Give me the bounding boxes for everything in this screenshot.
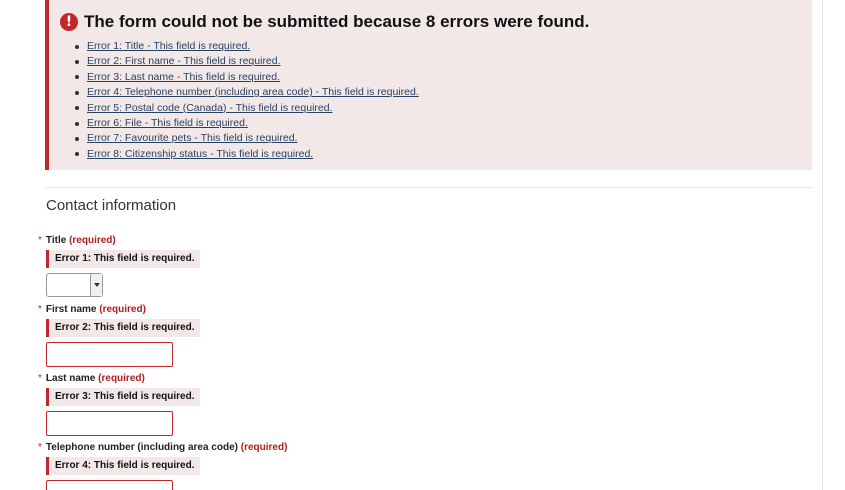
error-link-favourite-pets[interactable]: Error 7: Favourite pets - This field is … [87,131,297,146]
error-link-first-name[interactable]: Error 2: First name - This field is requ… [87,54,281,69]
bullet-icon [75,121,79,126]
telephone-label: * Telephone number (including area code) … [38,441,738,455]
title-error-message: Error 1: This field is required. [46,250,201,268]
exclamation-icon: ! [60,13,78,31]
error-link-telephone[interactable]: Error 4: Telephone number (including are… [87,85,419,100]
error-summary-item: Error 6: File - This field is required. [75,116,419,131]
last-name-label: * Last name (required) [38,372,738,386]
section-heading: Contact information [46,197,177,214]
bullet-icon [75,75,79,80]
required-tag: (required) [98,373,145,384]
last-name-label-text: Last name [45,373,96,384]
bullet-icon [75,137,79,142]
error-link-title[interactable]: Error 1: Title - This field is required. [87,39,250,54]
title-label: * Title (required) [38,234,738,248]
error-summary-item: Error 5: Postal code (Canada) - This fie… [75,101,419,116]
error-link-postal-code[interactable]: Error 5: Postal code (Canada) - This fie… [87,101,333,116]
error-summary-item: Error 4: Telephone number (including are… [75,85,419,100]
error-summary-list: Error 1: Title - This field is required.… [75,39,419,162]
error-summary: ! The form could not be submitted becaus… [45,0,812,170]
required-asterisk: * [38,304,42,315]
first-name-error-message: Error 2: This field is required. [46,319,201,337]
error-summary-title: The form could not be submitted because … [84,12,590,31]
error-summary-item: Error 1: Title - This field is required. [75,39,419,54]
error-link-file[interactable]: Error 6: File - This field is required. [87,116,248,131]
section-divider [45,187,812,188]
error-summary-item: Error 3: Last name - This field is requi… [75,70,419,85]
bullet-icon [75,90,79,95]
last-name-field-group: * Last name (required) Error 3: This fiel… [38,372,738,436]
bullet-icon [75,60,79,65]
last-name-error-message: Error 3: This field is required. [46,388,201,406]
title-select[interactable] [46,273,103,297]
error-summary-item: Error 7: Favourite pets - This field is … [75,131,419,146]
required-asterisk: * [38,235,42,246]
right-divider [822,0,823,490]
last-name-input[interactable] [46,411,173,436]
first-name-input[interactable] [46,342,173,367]
telephone-error-message: Error 4: This field is required. [46,457,201,475]
title-label-text: Title [45,235,67,246]
error-summary-item: Error 2: First name - This field is requ… [75,54,419,69]
chevron-down-icon [94,283,100,287]
first-name-label: * First name (required) [38,303,738,317]
dropdown-button[interactable] [90,274,102,296]
telephone-field-group: * Telephone number (including area code) … [38,441,738,490]
bullet-icon [75,106,79,111]
first-name-field-group: * First name (required) Error 2: This fie… [38,303,738,367]
bullet-icon [75,152,79,157]
error-link-citizenship[interactable]: Error 8: Citizenship status - This field… [87,147,313,162]
bullet-icon [75,44,79,49]
telephone-input[interactable] [46,480,173,490]
error-summary-item: Error 8: Citizenship status - This field… [75,147,419,162]
required-tag: (required) [69,235,116,246]
telephone-label-text: Telephone number (including area code) [45,442,238,453]
required-asterisk: * [38,373,42,384]
first-name-label-text: First name [45,304,97,315]
title-field-group: * Title (required) Error 1: This field is… [38,234,738,297]
required-asterisk: * [38,442,42,453]
required-tag: (required) [99,304,146,315]
error-link-last-name[interactable]: Error 3: Last name - This field is requi… [87,70,280,85]
required-tag: (required) [240,442,288,453]
error-summary-heading: ! The form could not be submitted becaus… [60,11,589,33]
form-page: ! The form could not be submitted becaus… [0,0,845,490]
